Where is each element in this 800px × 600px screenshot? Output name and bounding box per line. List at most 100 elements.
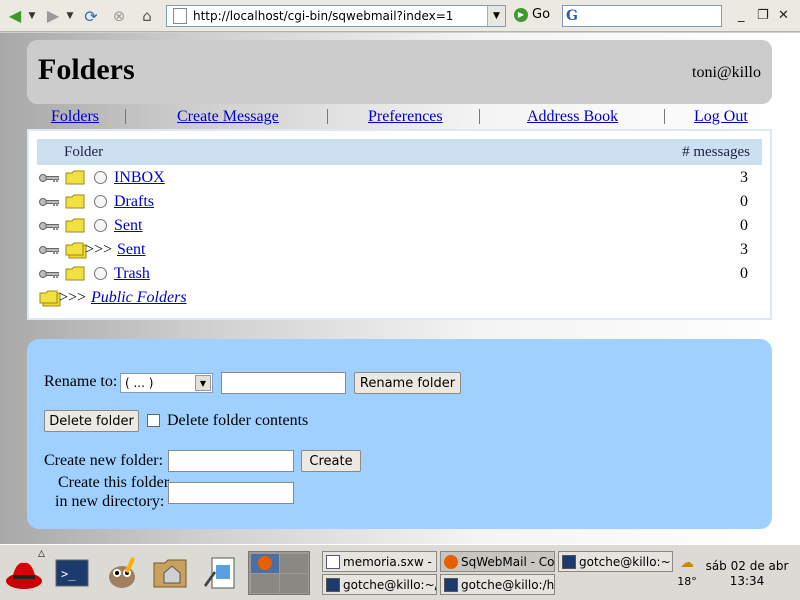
folder-actions-panel: Rename to: ( ... ) ▼ Rename folder Delet… [27,339,772,529]
message-count: 3 [740,169,748,186]
url-text[interactable]: http://localhost/cgi-bin/sqwebmail?index… [193,9,487,23]
key-icon [39,246,59,254]
task-label: SqWebMail - Co [461,554,555,569]
message-count: 0 [740,265,748,282]
folder-link-sent[interactable]: Sent [114,217,142,235]
folder-radio[interactable] [94,267,107,280]
column-header-folder: Folder [64,144,104,160]
task-label: gotche@killo:~ [579,554,671,569]
message-count: 0 [740,217,748,234]
forward-history-button[interactable]: ▼ [64,6,76,26]
time-label: 13:34 [729,574,765,588]
folders-table-header: Folder # messages [37,139,762,165]
delete-contents-checkbox[interactable] [147,414,160,427]
clock[interactable]: sáb 02 de abr 13:34 [700,559,794,589]
task-button-sqwebmail[interactable]: SqWebMail - Co [440,551,555,572]
gimp-launcher[interactable] [102,553,142,593]
nav-folders-link[interactable]: Folders [51,108,99,126]
home-folder-icon [153,559,187,588]
nav-address-book-link[interactable]: Address Book [527,108,618,126]
folder-link-drafts[interactable]: Drafts [114,193,154,211]
folder-row: Sent 0 [37,215,762,239]
go-button[interactable]: ▶ Go [514,7,550,22]
rename-input[interactable] [221,372,346,394]
url-history-dropdown[interactable]: ▼ [487,6,505,26]
main-nav: Folders Create Message Preferences Addre… [27,106,772,128]
rename-label: Rename to: [44,373,118,390]
workspace-3[interactable] [251,574,279,593]
chevron-up-icon: △ [38,549,45,559]
nav-preferences-link[interactable]: Preferences [368,108,443,126]
back-history-button[interactable]: ▼ [26,6,38,26]
folder-stack-icon [39,290,61,307]
go-label: Go [532,7,551,22]
task-button-memoria[interactable]: memoria.sxw - O [322,551,437,572]
task-label: memoria.sxw - O [343,554,437,569]
firefox-icon [444,554,458,569]
main-menu-button[interactable] [4,553,44,593]
create-dir-label-line1: Create this folder [58,474,170,491]
page-icon [173,8,187,24]
workspace-2[interactable] [280,554,308,573]
rename-parent-select[interactable]: ( ... ) ▼ [120,373,213,393]
key-icon [39,198,59,206]
reload-icon: ⟳ [84,6,98,26]
delete-folder-button[interactable]: Delete folder [44,410,139,432]
rename-folder-button[interactable]: Rename folder [354,372,461,394]
google-search-icon: G [566,8,578,24]
rename-select-value: ( ... ) [125,376,154,390]
back-button[interactable]: ◀ [4,6,26,26]
minimize-icon[interactable]: _ [738,8,745,23]
forward-arrow-icon: ▶ [46,6,60,25]
back-arrow-icon: ◀ [8,6,22,25]
folder-radio[interactable] [94,219,107,232]
delete-contents-label: Delete folder contents [167,412,309,429]
weather-cloud-icon: ☁ [680,555,694,571]
forward-button[interactable]: ▶ [42,6,64,26]
workspace-switcher[interactable] [248,551,310,595]
task-button-terminal-1[interactable]: gotche@killo:~ [558,551,673,572]
home-icon: ⌂ [142,7,152,25]
workspace-4[interactable] [280,574,308,593]
document-launcher[interactable] [200,553,240,593]
public-folders-link[interactable]: Public Folders [91,289,187,307]
workspace-1[interactable] [251,554,279,573]
public-folders-row: >>> Public Folders [37,287,762,311]
task-label: gotche@killo:/ho [461,577,555,592]
nav-logout-link[interactable]: Log Out [694,108,748,126]
page-title: Folders [38,53,135,86]
stop-button[interactable]: ⊗ [108,6,130,26]
folder-link-inbox[interactable]: INBOX [114,169,165,187]
create-directory-input[interactable] [168,482,294,504]
chevron-down-icon: ▼ [195,375,211,391]
terminal-icon: >_ [55,559,89,587]
terminal-launcher[interactable]: >_ [52,553,92,593]
task-button-terminal-2[interactable]: gotche@killo:~/e [322,574,437,595]
address-bar[interactable]: http://localhost/cgi-bin/sqwebmail?index… [166,5,506,27]
stop-icon: ⊗ [112,7,126,25]
reload-button[interactable]: ⟳ [80,6,102,26]
home-folder-launcher[interactable] [150,553,190,593]
close-icon[interactable]: ✕ [778,8,789,23]
folder-radio[interactable] [94,171,107,184]
temperature-label: 18° [677,575,697,588]
nav-create-message-link[interactable]: Create Message [177,108,279,126]
folder-link-sent-directory[interactable]: Sent [117,241,145,259]
chevron-down-icon: ▼ [28,11,36,21]
svg-text:>_: >_ [61,567,76,581]
nav-separator [125,109,126,124]
restore-icon[interactable]: ❐ [757,8,769,23]
home-button[interactable]: ⌂ [136,6,158,26]
folder-icon [65,194,85,209]
folder-radio[interactable] [94,195,107,208]
create-folder-input[interactable] [168,450,294,472]
task-label: gotche@killo:~/e [343,577,437,592]
task-button-terminal-3[interactable]: gotche@killo:/ho [440,574,555,595]
search-box[interactable]: G [562,5,722,27]
folder-row: Drafts 0 [37,191,762,215]
terminal-icon [444,577,458,592]
create-folder-button[interactable]: Create [301,450,361,472]
folder-link-trash[interactable]: Trash [114,265,150,283]
nav-separator [664,109,665,124]
weather-applet[interactable]: ☁ 18° [676,555,698,588]
